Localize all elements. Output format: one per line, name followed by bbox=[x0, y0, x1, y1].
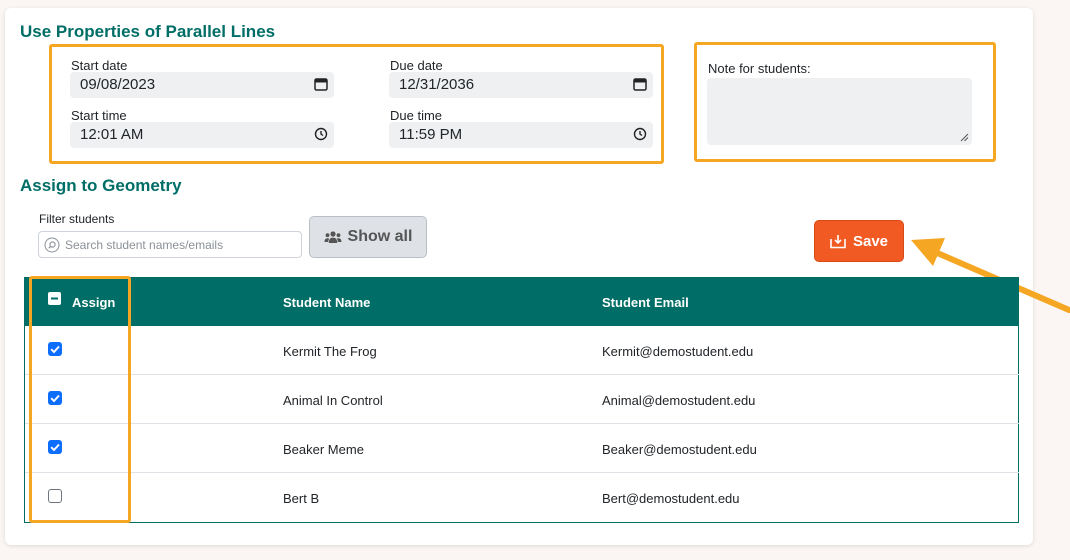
table-row: Bert B Bert@demostudent.edu bbox=[25, 473, 1019, 522]
student-name: Beaker Meme bbox=[283, 442, 364, 457]
due-date-input[interactable]: 12/31/2036 bbox=[389, 72, 653, 98]
start-date-label: Start date bbox=[71, 58, 128, 73]
start-time-input[interactable]: 12:01 AM bbox=[70, 122, 334, 148]
start-time-label: Start time bbox=[71, 108, 127, 123]
calendar-icon[interactable] bbox=[633, 77, 647, 91]
assign-column-highlight-box bbox=[29, 276, 131, 523]
start-date-input[interactable]: 09/08/2023 bbox=[70, 72, 334, 98]
students-table: Assign Student Name Student Email Kermit… bbox=[24, 277, 1019, 523]
student-name: Bert B bbox=[283, 491, 320, 506]
table-header: Assign Student Name Student Email bbox=[25, 277, 1019, 326]
save-button[interactable]: Save bbox=[814, 220, 904, 262]
assignment-title: Use Properties of Parallel Lines bbox=[20, 22, 276, 41]
student-email: Beaker@demostudent.edu bbox=[602, 442, 757, 457]
note-textarea[interactable] bbox=[707, 78, 972, 145]
show-all-label: Show all bbox=[347, 228, 413, 245]
note-label: Note for students: bbox=[708, 61, 811, 76]
clock-icon[interactable] bbox=[314, 127, 328, 141]
users-icon bbox=[324, 231, 342, 243]
filter-students-label: Filter students bbox=[39, 212, 115, 226]
student-name: Kermit The Frog bbox=[283, 344, 377, 359]
due-date-value: 12/31/2036 bbox=[399, 76, 475, 93]
due-time-value: 11:59 PM bbox=[399, 126, 463, 143]
due-time-label: Due time bbox=[390, 108, 443, 123]
student-email: Animal@demostudent.edu bbox=[602, 393, 756, 408]
assign-section-title: Assign to Geometry bbox=[20, 176, 182, 195]
search-input[interactable] bbox=[65, 236, 295, 254]
show-all-button[interactable]: Show all bbox=[309, 216, 427, 258]
search-field[interactable] bbox=[38, 231, 302, 258]
student-email: Bert@demostudent.edu bbox=[602, 491, 740, 506]
start-date-value: 09/08/2023 bbox=[80, 76, 156, 93]
student-name: Animal In Control bbox=[283, 393, 383, 408]
due-time-input[interactable]: 11:59 PM bbox=[389, 122, 653, 148]
table-row: Kermit The Frog Kermit@demostudent.edu bbox=[25, 326, 1019, 375]
header-student-email: Student Email bbox=[602, 295, 689, 310]
table-row: Beaker Meme Beaker@demostudent.edu bbox=[25, 424, 1019, 473]
student-email: Kermit@demostudent.edu bbox=[602, 344, 754, 359]
resize-handle-icon[interactable] bbox=[960, 133, 969, 142]
save-label: Save bbox=[852, 232, 889, 250]
clock-icon[interactable] bbox=[633, 127, 647, 141]
table-row: Animal In Control Animal@demostudent.edu bbox=[25, 375, 1019, 424]
due-date-label: Due date bbox=[390, 58, 443, 73]
search-icon bbox=[44, 237, 60, 253]
header-student-name: Student Name bbox=[283, 295, 371, 310]
calendar-icon[interactable] bbox=[314, 77, 328, 91]
save-icon bbox=[830, 234, 846, 248]
start-time-value: 12:01 AM bbox=[80, 126, 144, 143]
